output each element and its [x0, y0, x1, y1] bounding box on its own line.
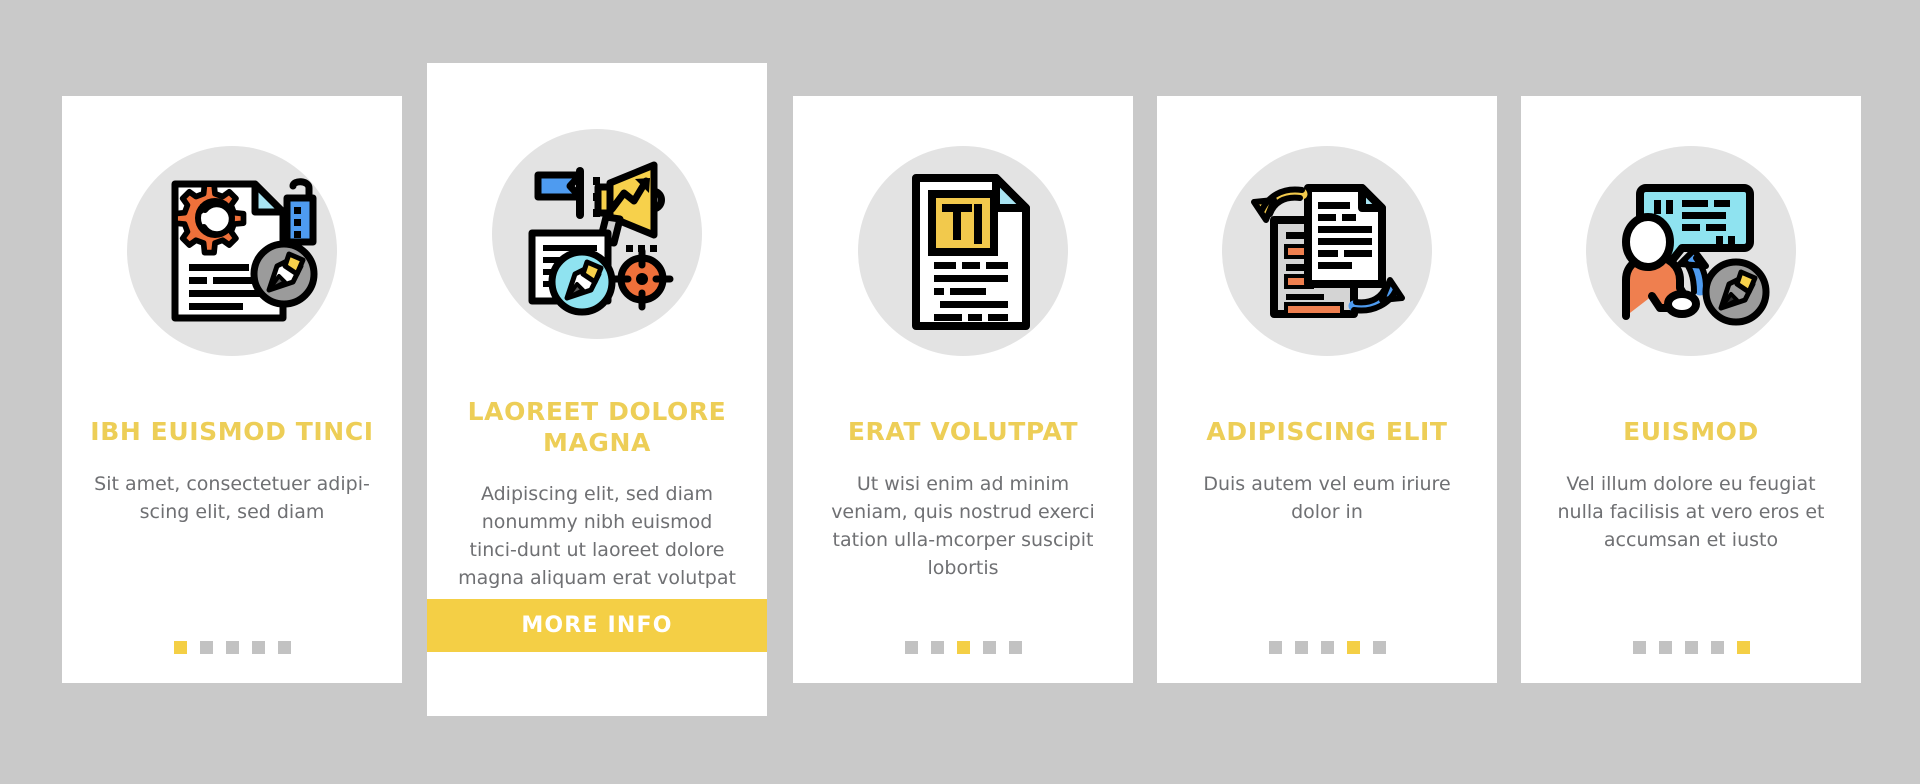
pagination-dot-2[interactable] [199, 640, 213, 654]
pagination-dot-3[interactable] [225, 640, 239, 654]
document-gear-tag-pen-icon [171, 178, 318, 322]
pagination-dot-4[interactable] [1346, 640, 1360, 654]
card-4-icon-area [1222, 146, 1432, 356]
card-3-icon-area [858, 146, 1068, 356]
onboarding-card-2-featured[interactable]: LAOREET DOLORE MAGNA Adipiscing elit, se… [427, 63, 767, 716]
card-3-description: Ut wisi enim ad minim veniam, quis nostr… [831, 472, 1095, 579]
card-1-pagination-dots[interactable] [62, 611, 402, 683]
pagination-dot-4[interactable] [1710, 640, 1724, 654]
card-2-icon-area [492, 129, 702, 339]
pagination-dot-2[interactable] [930, 640, 944, 654]
pagination-dot-2[interactable] [1294, 640, 1308, 654]
text-document-typography-icon [912, 174, 1030, 330]
pagination-dot-3[interactable] [956, 640, 970, 654]
card-1-title: IBH EUISMOD TINCI [90, 417, 374, 446]
onboarding-card-1[interactable]: IBH EUISMOD TINCI Sit amet, consectetuer… [62, 96, 402, 683]
card-1-description: Sit amet, consectetuer adipi-scing elit,… [94, 472, 370, 523]
pagination-dot-3[interactable] [1684, 640, 1698, 654]
document-compare-arrows-icon [1251, 184, 1405, 318]
card-4-title: ADIPISCING ELIT [1206, 417, 1448, 446]
pagination-dot-5[interactable] [1372, 640, 1386, 654]
pagination-dot-4[interactable] [982, 640, 996, 654]
onboarding-card-5[interactable]: EUISMOD Vel illum dolore eu feugiat null… [1521, 96, 1861, 683]
card-5-pagination-dots[interactable] [1521, 611, 1861, 683]
card-5-title: EUISMOD [1623, 417, 1759, 446]
card-5-description: Vel illum dolore eu feugiat nulla facili… [1557, 472, 1825, 551]
pagination-dot-2[interactable] [1658, 640, 1672, 654]
pagination-dot-4[interactable] [251, 640, 265, 654]
card-3-pagination-dots[interactable] [793, 611, 1133, 683]
pagination-dot-1[interactable] [173, 640, 187, 654]
card-5-icon-area [1586, 146, 1796, 356]
onboarding-card-3[interactable]: ERAT VOLUTPAT Ut wisi enim ad minim veni… [793, 96, 1133, 683]
card-1-icon-area [127, 146, 337, 356]
card-3-title: ERAT VOLUTPAT [847, 417, 1079, 446]
onboarding-card-4[interactable]: ADIPISCING ELIT Duis autem vel eum iriur… [1157, 96, 1497, 683]
pagination-dot-5[interactable] [1736, 640, 1750, 654]
card-2-title: LAOREET DOLORE MAGNA [467, 397, 727, 457]
pagination-dot-3[interactable] [1320, 640, 1334, 654]
onboarding-screens-container: IBH EUISMOD TINCI Sit amet, consectetuer… [0, 0, 1920, 784]
more-info-button[interactable]: MORE INFO [427, 599, 767, 652]
pagination-dot-1[interactable] [1632, 640, 1646, 654]
card-4-description: Duis autem vel eum iriure dolor in [1203, 472, 1451, 523]
card-4-pagination-dots[interactable] [1157, 611, 1497, 683]
card-2-description: Adipiscing elit, sed diam nonummy nibh e… [458, 483, 736, 590]
pagination-dot-5[interactable] [277, 640, 291, 654]
person-speech-bubble-pen-icon [1622, 184, 1770, 326]
pagination-dot-5[interactable] [1008, 640, 1022, 654]
pagination-dot-1[interactable] [1268, 640, 1282, 654]
megaphone-flag-target-document-icon [528, 161, 674, 316]
pagination-dot-1[interactable] [904, 640, 918, 654]
